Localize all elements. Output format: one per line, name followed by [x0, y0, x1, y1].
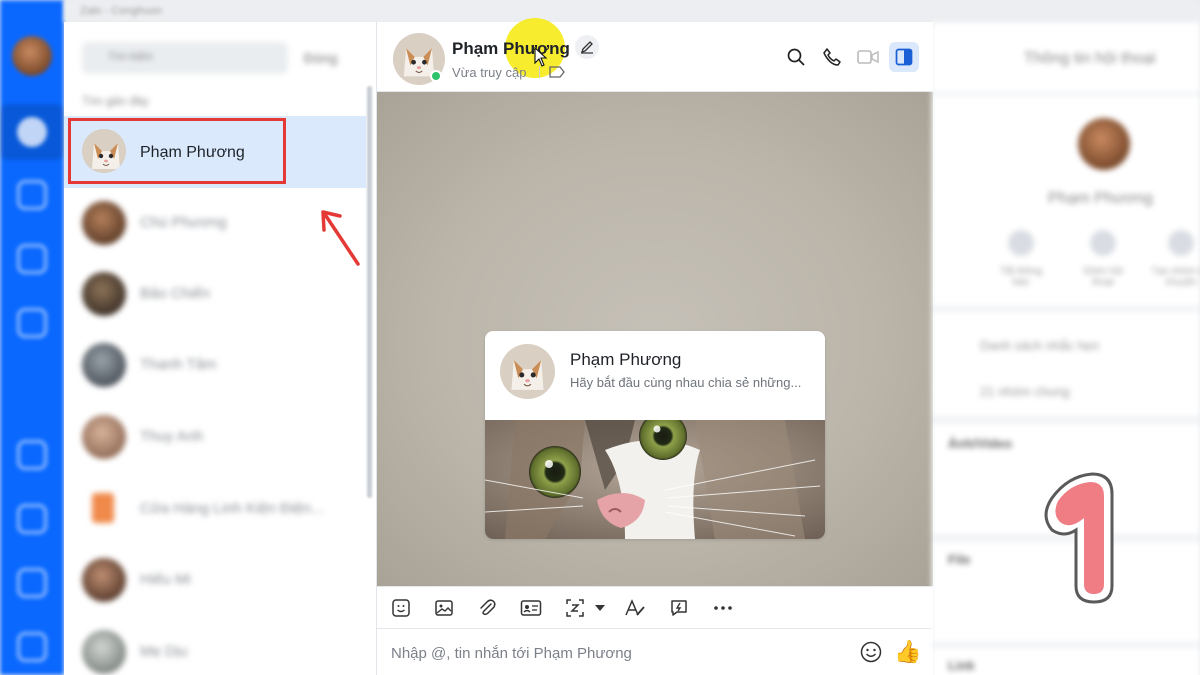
avatar — [82, 343, 126, 387]
quick-message-icon[interactable] — [667, 596, 691, 620]
screenshot-icon[interactable] — [17, 504, 47, 534]
online-indicator — [430, 70, 442, 82]
user-avatar[interactable] — [12, 36, 52, 76]
cat-cover-image — [485, 420, 825, 539]
format-icon[interactable] — [623, 596, 647, 620]
video-call-icon[interactable] — [17, 308, 47, 338]
card-title: Phạm Phương — [570, 350, 682, 369]
list-item-name: Hiếu Mi — [140, 571, 191, 588]
list-item[interactable]: Thanh Tâm — [64, 330, 366, 400]
avatar — [82, 272, 126, 316]
list-item[interactable]: Hiếu Mi — [64, 545, 366, 615]
search-input[interactable]: Tìm kiếm — [82, 42, 288, 74]
info-title: Thông tin hội thoại — [1024, 50, 1156, 67]
card-subtitle: Hãy bắt đầu cùng nhau chia sẻ những... — [570, 375, 802, 390]
cursor-pointer-icon — [534, 47, 548, 67]
info-list-card — [932, 312, 1200, 416]
contact-greeting-card[interactable]: Phạm Phương Hãy bắt đầu cùng nhau chia s… — [485, 331, 825, 539]
card-avatar — [500, 344, 555, 399]
messages-icon[interactable] — [0, 104, 64, 160]
thumbs-up-icon[interactable]: 👍 — [894, 639, 921, 665]
emoji-icon[interactable] — [859, 640, 883, 664]
settings-icon[interactable] — [17, 632, 47, 662]
info-section-title: Link — [948, 658, 975, 673]
highlight-box — [68, 118, 286, 184]
list-item-name: Chú Phương — [140, 214, 227, 231]
step-number-badge: 1 — [1030, 468, 1114, 604]
cloud-icon[interactable] — [17, 440, 47, 470]
group-icon[interactable] — [1168, 230, 1194, 256]
message-input[interactable]: Nhập @, tin nhắn tới Phạm Phương 👍 — [377, 628, 933, 675]
info-name: Phạm Phương — [1048, 190, 1153, 207]
step-number: 1 — [1030, 468, 1031, 469]
chat-header: Phạm Phương Vừa truy cập — [377, 18, 933, 92]
close-search-button[interactable]: Đóng — [304, 50, 337, 66]
list-item-name: Bảo Chiến — [140, 285, 211, 302]
tag-icon[interactable] — [549, 66, 565, 78]
info-action-label: Ghim hội thoại — [1082, 266, 1123, 288]
list-item[interactable]: Mẹ Dịu — [64, 617, 366, 675]
avatar[interactable] — [1078, 118, 1130, 170]
info-action-label: Tắt thông báo — [999, 266, 1043, 288]
dropdown-icon[interactable] — [587, 596, 613, 620]
contact-card-icon[interactable] — [519, 596, 543, 620]
info-section-title: File — [948, 552, 971, 567]
info-section-title: Ảnh/Video — [948, 436, 1013, 451]
message-input-placeholder: Nhập @, tin nhắn tới Phạm Phương — [391, 645, 632, 662]
list-item-name: Thuy Anh — [140, 428, 204, 445]
avatar — [86, 487, 120, 531]
chat-window: Phạm Phương Vừa truy cập Phạm Phương Hãy… — [376, 18, 933, 675]
compose-toolbar — [377, 586, 933, 628]
screenshot-icon[interactable] — [563, 596, 587, 620]
title-bar: Zalo - Conghuon — [64, 0, 1200, 22]
list-item-name: Thanh Tâm — [140, 356, 217, 373]
list-item-name: Cửa Hàng Linh Kiện Điện... — [140, 500, 324, 517]
contacts-icon[interactable] — [17, 180, 47, 210]
briefcase-icon[interactable] — [17, 568, 47, 598]
avatar — [82, 558, 126, 602]
video-icon[interactable] — [853, 42, 883, 72]
phone-icon[interactable] — [817, 42, 847, 72]
chat-messages-area: Phạm Phương Hãy bắt đầu cùng nhau chia s… — [377, 92, 933, 586]
contact-status: Vừa truy cập — [452, 65, 527, 80]
arrow-icon — [321, 210, 360, 266]
pin-icon[interactable] — [1090, 230, 1116, 256]
sticker-icon[interactable] — [389, 596, 413, 620]
panel-toggle-icon[interactable] — [889, 42, 919, 72]
attachment-icon[interactable] — [475, 596, 499, 620]
list-scrollbar[interactable] — [367, 86, 372, 498]
avatar — [82, 201, 126, 245]
more-icon[interactable] — [711, 596, 735, 620]
list-item[interactable]: Cửa Hàng Linh Kiện Điện... — [64, 474, 366, 544]
conversation-list: Tìm kiếm Đóng Tìm gần đây Chú Phương Bảo… — [64, 22, 376, 675]
nav-rail — [0, 0, 64, 675]
edit-name-icon[interactable] — [575, 35, 599, 59]
info-header: Thông tin hội thoại — [932, 22, 1200, 92]
recent-section-label: Tìm gần đây — [82, 94, 149, 108]
todo-icon[interactable] — [17, 244, 47, 274]
header-actions — [781, 42, 919, 72]
divider — [539, 66, 540, 78]
image-icon[interactable] — [432, 596, 456, 620]
info-row[interactable]: 21 nhóm chung — [980, 384, 1070, 399]
info-action-label: Tạo nhóm trò chuyện — [1151, 266, 1200, 288]
avatar — [82, 630, 126, 674]
screen: Zalo - Conghuon Tìm kiếm Đóng Tìm gần đâ… — [0, 0, 1200, 675]
info-row[interactable]: Danh sách nhắc hẹn — [980, 338, 1099, 353]
app-title: Zalo - Conghuon — [80, 5, 162, 17]
avatar — [82, 415, 126, 459]
search-icon[interactable] — [781, 42, 811, 72]
bell-icon[interactable] — [1008, 230, 1034, 256]
contact-name[interactable]: Phạm Phương — [452, 39, 570, 59]
list-item-name: Mẹ Dịu — [140, 643, 188, 660]
list-item[interactable]: Thuy Anh — [64, 402, 366, 472]
